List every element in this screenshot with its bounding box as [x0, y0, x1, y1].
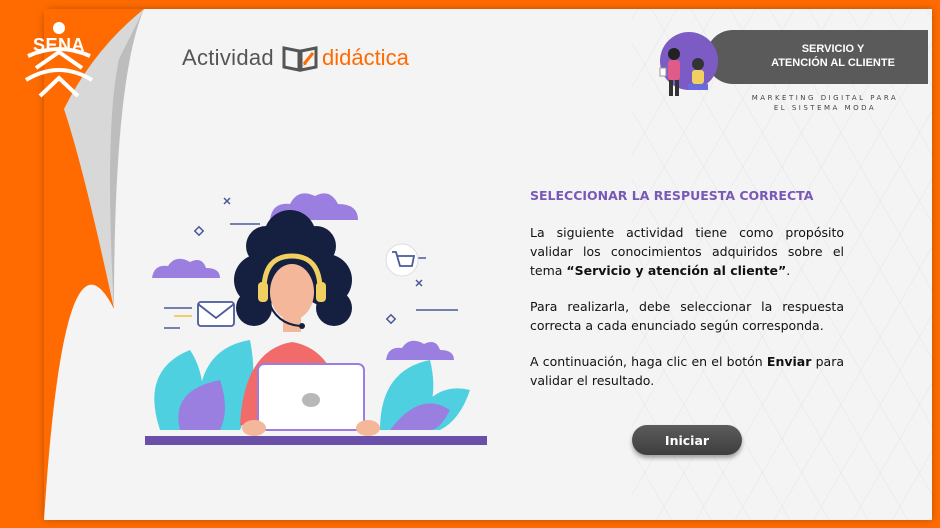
start-button[interactable]: Iniciar	[632, 425, 742, 455]
badge-subtitle-line2: EL SISTEMA MODA	[773, 104, 877, 112]
paragraph-instructions: Para realizarla, debe seleccionar la res…	[530, 299, 844, 333]
badge-title-line1: SERVICIO Y	[801, 43, 865, 55]
paragraph-submit-button-name: Enviar	[766, 354, 812, 369]
paragraph-submit-text: A continuación, haga clic en el botón	[530, 354, 767, 369]
paragraph-submit: A continuación, haga clic en el botón En…	[530, 352, 844, 390]
course-badge: SERVICIO Y ATENCIÓN AL CLIENTE MARKETING…	[648, 28, 928, 112]
paragraph-purpose-topic: “Servicio y atención al cliente”	[566, 263, 787, 278]
brand-word-didactica: didáctica	[321, 45, 409, 70]
badge-subtitle: MARKETING DIGITAL PARA EL SISTEMA MODA	[736, 93, 914, 113]
brand-word-actividad: Actividad	[182, 45, 274, 70]
badge-title: SERVICIO Y ATENCIÓN AL CLIENTE	[733, 42, 933, 70]
sena-logo-text: SENA	[32, 35, 85, 55]
activity-description: SELECCIONAR LA RESPUESTA CORRECTA La sig…	[530, 188, 844, 407]
sena-logo	[24, 22, 94, 98]
customer-service-agent-illustration	[145, 193, 487, 445]
activity-brand: Actividad didáctica	[182, 44, 409, 72]
customer-service-people-icon	[659, 48, 708, 96]
badge-title-line2: ATENCIÓN AL CLIENTE	[771, 57, 895, 69]
paragraph-purpose-end: .	[786, 263, 791, 278]
open-book-icon	[282, 46, 318, 72]
envelope-icon	[164, 301, 235, 327]
badge-subtitle-line1: MARKETING DIGITAL PARA	[751, 94, 899, 102]
paragraph-purpose: La siguiente actividad tiene como propós…	[530, 223, 844, 280]
activity-heading: SELECCIONAR LA RESPUESTA CORRECTA	[530, 188, 814, 203]
